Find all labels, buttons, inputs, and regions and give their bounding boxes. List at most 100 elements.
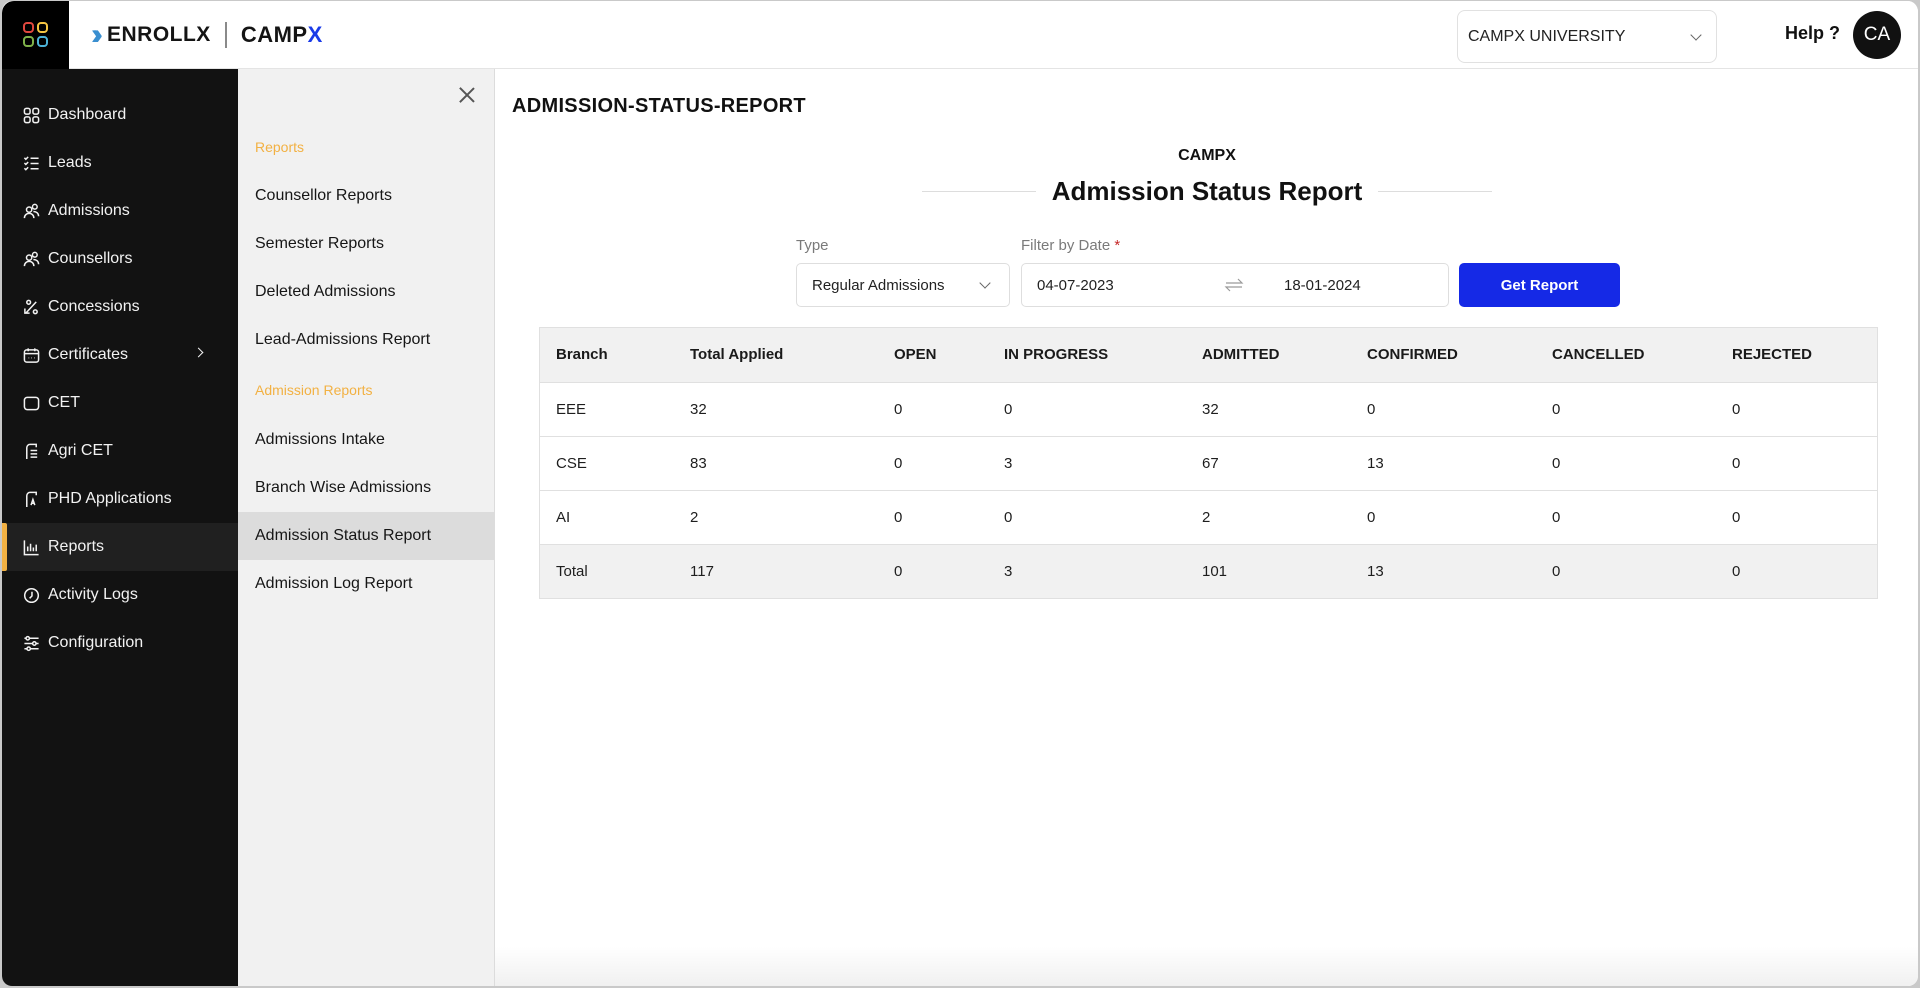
sliders-icon xyxy=(22,634,40,652)
status-report-table: Branch Total Applied OPEN IN PROGRESS AD… xyxy=(539,327,1878,599)
divider-left xyxy=(922,190,1036,192)
table-cell: EEE xyxy=(540,382,674,437)
subnav-section-admission-reports: Admission Reports xyxy=(255,382,373,398)
sidebar-item-agri-cet[interactable]: Agri CET xyxy=(2,427,238,475)
sidebar-item-configuration[interactable]: Configuration xyxy=(2,619,238,667)
column-header-open: OPEN xyxy=(878,328,988,383)
table-cell: 2 xyxy=(674,490,878,545)
table-cell: 0 xyxy=(1351,490,1536,545)
document-a-icon xyxy=(22,490,40,508)
table-cell: 3 xyxy=(988,436,1186,491)
document-icon xyxy=(22,442,40,460)
column-header-in-progress: IN PROGRESS xyxy=(988,328,1186,383)
swap-arrows-icon xyxy=(1224,278,1244,292)
subnav-item-deleted-admissions[interactable]: Deleted Admissions xyxy=(238,268,494,316)
app-window: ›› ENROLLX CAMPX CAMPX UNIVERSITY Help ?… xyxy=(0,0,1920,988)
subnav-item-admission-status-report[interactable]: Admission Status Report xyxy=(238,512,494,560)
table-cell: 32 xyxy=(674,382,878,437)
table-row: CSE 83 0 3 67 13 0 0 xyxy=(540,436,1877,491)
subnav-item-branch-wise-admissions[interactable]: Branch Wise Admissions xyxy=(238,464,494,512)
sidebar-item-label: Leads xyxy=(48,154,92,171)
sidebar-item-counsellors[interactable]: Counsellors xyxy=(2,235,238,283)
table-cell: 0 xyxy=(1716,490,1877,545)
required-marker: * xyxy=(1114,237,1121,254)
subnav-item-semester-reports[interactable]: Semester Reports xyxy=(238,220,494,268)
grid-icon xyxy=(22,106,40,124)
sidebar-item-admissions[interactable]: Admissions xyxy=(2,187,238,235)
sidebar-item-label: Certificates xyxy=(48,346,129,363)
table-cell: 67 xyxy=(1186,436,1351,491)
table-cell: 0 xyxy=(1536,490,1716,545)
table-cell: 0 xyxy=(988,382,1186,437)
brand-secondary: CAMPX xyxy=(241,22,323,48)
date-filter-label: Filter by Date * xyxy=(1021,237,1120,254)
sidebar-item-label: Configuration xyxy=(48,634,144,651)
sidebar-item-cet[interactable]: CET xyxy=(2,379,238,427)
report-org: CAMPX xyxy=(1178,147,1236,164)
sidebar-item-label: Dashboard xyxy=(48,106,127,123)
table-cell: 0 xyxy=(1716,436,1877,491)
sidebar-item-phd-applications[interactable]: PHD Applications xyxy=(2,475,238,523)
brand-logo[interactable]: ›› ENROLLX CAMPX xyxy=(91,17,323,51)
column-header-branch: Branch xyxy=(540,328,674,383)
type-select-value: Regular Admissions xyxy=(812,276,945,294)
bottom-shadow xyxy=(495,946,1918,986)
table-row: AI 2 0 0 2 0 0 0 xyxy=(540,490,1877,545)
table-cell: 0 xyxy=(988,490,1186,545)
avatar[interactable]: CA xyxy=(1853,11,1901,59)
column-header-rejected: REJECTED xyxy=(1716,328,1877,383)
column-header-cancelled: CANCELLED xyxy=(1536,328,1716,383)
close-icon[interactable] xyxy=(458,86,476,104)
subnav-item-lead-admissions-report[interactable]: Lead-Admissions Report xyxy=(238,316,494,364)
table-cell: CSE xyxy=(540,436,674,491)
sidebar-item-label: Agri CET xyxy=(48,442,113,459)
sidebar-item-concessions[interactable]: Concessions xyxy=(2,283,238,331)
sidebar-item-label: Counsellors xyxy=(48,250,133,267)
table-cell: 0 xyxy=(1536,436,1716,491)
sidebar-item-reports[interactable]: Reports xyxy=(2,523,238,571)
report-title: Admission Status Report xyxy=(1051,175,1363,206)
table-cell: 13 xyxy=(1351,544,1536,598)
date-range-picker xyxy=(1021,263,1449,307)
table-cell: 0 xyxy=(878,544,988,598)
sidebar-item-activity-logs[interactable]: Activity Logs xyxy=(2,571,238,619)
table-cell: 83 xyxy=(674,436,878,491)
enrollx-chevron-icon: ›› xyxy=(91,17,103,51)
type-select[interactable]: Regular Admissions xyxy=(796,263,1010,307)
sidebar-item-label: Concessions xyxy=(48,298,140,315)
table-cell: 0 xyxy=(878,436,988,491)
brand-secondary-text: CAMP xyxy=(240,21,308,47)
page-title: ADMISSION-STATUS-REPORT xyxy=(512,95,806,117)
institution-select-value: CAMPX UNIVERSITY xyxy=(1468,27,1626,45)
get-report-button[interactable]: Get Report xyxy=(1459,263,1620,307)
table-cell: 0 xyxy=(1536,382,1716,437)
main-content: ADMISSION-STATUS-REPORT CAMPX Admission … xyxy=(495,69,1918,986)
users-icon xyxy=(22,250,40,268)
table-cell: 0 xyxy=(1536,544,1716,598)
table-cell: 0 xyxy=(878,490,988,545)
chevron-down-icon xyxy=(1690,28,1702,41)
table-cell: AI xyxy=(540,490,674,545)
subnav-item-counsellor-reports[interactable]: Counsellor Reports xyxy=(238,172,494,220)
sidebar-item-label: Reports xyxy=(48,538,105,555)
help-link[interactable]: Help ? xyxy=(1785,23,1840,44)
subnav-item-admission-log-report[interactable]: Admission Log Report xyxy=(238,560,494,608)
sidebar-item-leads[interactable]: Leads xyxy=(2,139,238,187)
date-from-input[interactable] xyxy=(1037,276,1197,294)
table-cell: 0 xyxy=(1716,544,1877,598)
sidebar-item-label: Activity Logs xyxy=(48,586,138,603)
date-to-input[interactable] xyxy=(1284,276,1424,294)
sidebar-item-label: CET xyxy=(48,394,80,411)
sidebar-item-dashboard[interactable]: Dashboard xyxy=(2,91,238,139)
bar-chart-icon xyxy=(22,538,40,556)
table-total-row: Total 117 0 3 101 13 0 0 xyxy=(540,544,1877,598)
app-switcher-button[interactable] xyxy=(2,1,69,69)
column-header-total-applied: Total Applied xyxy=(674,328,878,383)
table-cell: 0 xyxy=(878,382,988,437)
table-cell: 3 xyxy=(988,544,1186,598)
sidebar-item-certificates[interactable]: Certificates xyxy=(2,331,238,379)
subnav-item-admissions-intake[interactable]: Admissions Intake xyxy=(238,416,494,464)
table-cell: 101 xyxy=(1186,544,1351,598)
date-filter-label-text: Filter by Date xyxy=(1021,237,1111,254)
institution-select[interactable]: CAMPX UNIVERSITY xyxy=(1457,10,1717,63)
